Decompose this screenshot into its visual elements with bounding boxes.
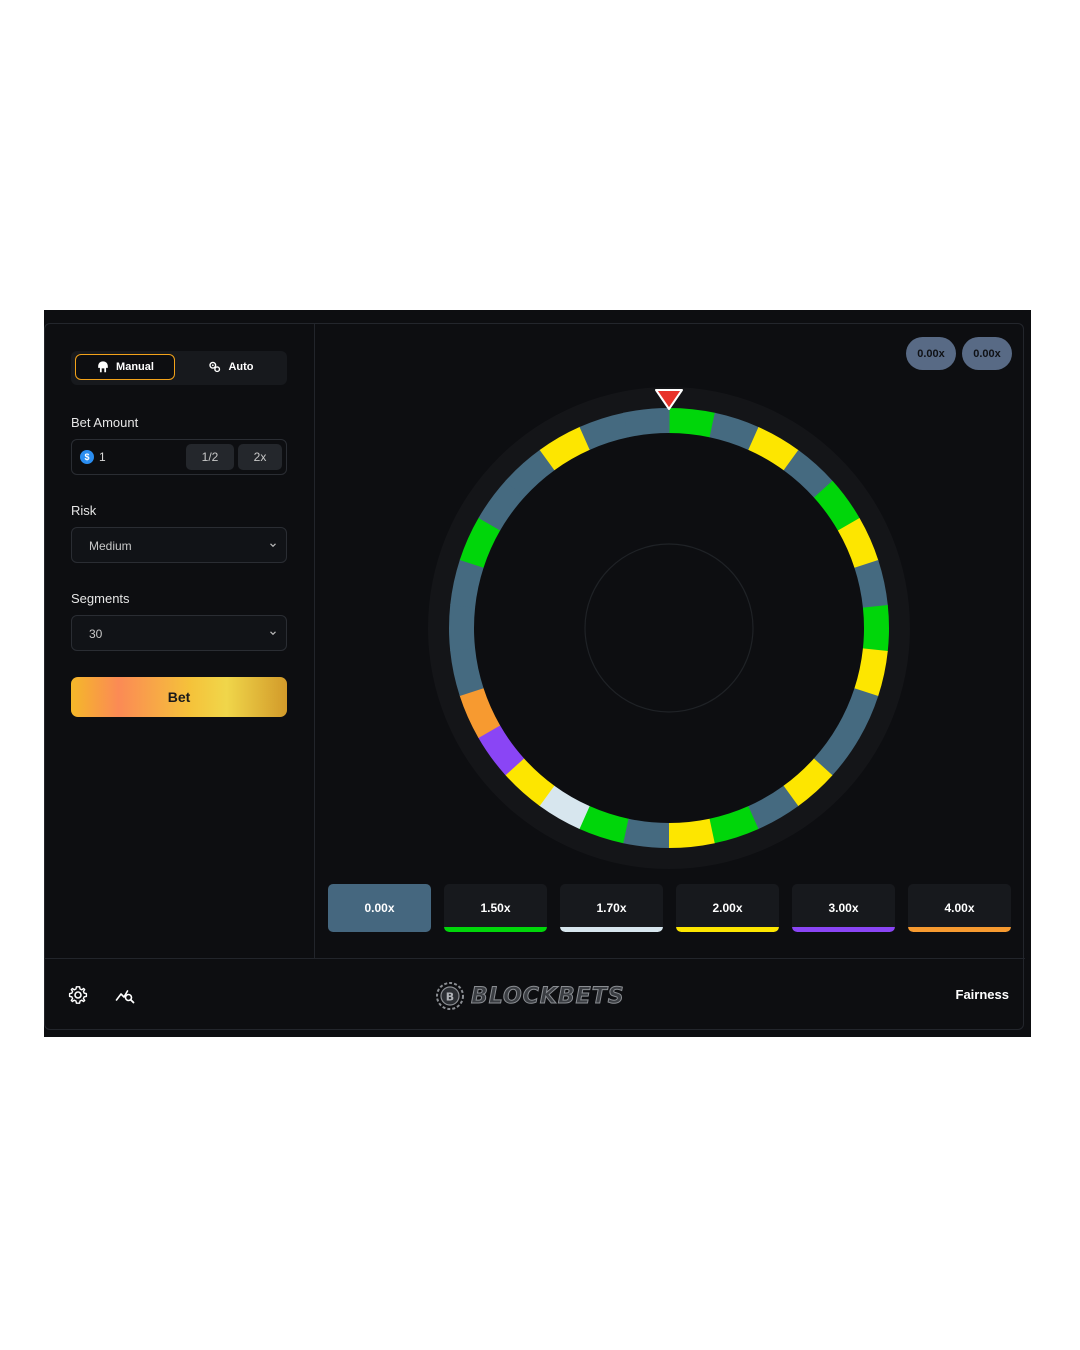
- multiplier-color-bar: [444, 927, 547, 932]
- svg-text:B: B: [446, 991, 454, 1004]
- bet-amount-field[interactable]: $ 1 1/2 2x: [71, 439, 287, 475]
- wheel-segment: [668, 818, 715, 848]
- wheel-area: 0.00x 0.00x 0.00x 1.50x 1.70x 2.00x 3.00x 4.0…: [315, 324, 1025, 958]
- manual-icon: [98, 361, 108, 373]
- game-panel: Manual Auto Bet Amount $ 1 1/2 2x Risk M…: [44, 323, 1025, 1031]
- wheel-segment: [669, 408, 716, 438]
- brand-wordmark: BLOCKBETS: [471, 983, 625, 1009]
- wheel-segment: [622, 818, 669, 848]
- multiplier-label: 1.50x: [480, 901, 511, 915]
- manual-label: Manual: [116, 361, 154, 373]
- bet-amount-value[interactable]: 1: [99, 450, 106, 464]
- brand-logo: B BLOCKBETS: [435, 979, 625, 1013]
- gear-icon[interactable]: [68, 985, 88, 1005]
- segments-label: Segments: [71, 591, 130, 606]
- wheel-segment: [623, 408, 670, 438]
- chart-search-icon[interactable]: [115, 985, 135, 1005]
- multiplier-label: 2.00x: [712, 901, 743, 915]
- multiplier-label: 3.00x: [828, 901, 859, 915]
- currency-icon: $: [80, 450, 94, 464]
- risk-value: Medium: [89, 539, 132, 553]
- segments-value: 30: [89, 627, 103, 641]
- multiplier-button[interactable]: 4.00x: [908, 884, 1011, 932]
- multiplier-label: 0.00x: [364, 901, 395, 915]
- bet-button[interactable]: Bet: [71, 677, 287, 717]
- game-window: Manual Auto Bet Amount $ 1 1/2 2x Risk M…: [44, 310, 1031, 1037]
- multiplier-label: 1.70x: [596, 901, 627, 915]
- multiplier-button[interactable]: 2.00x: [676, 884, 779, 932]
- multiplier-button[interactable]: 3.00x: [792, 884, 895, 932]
- auto-tab[interactable]: Auto: [181, 354, 281, 380]
- bet-amount-label: Bet Amount: [71, 415, 139, 430]
- wheel-segment: [449, 604, 476, 651]
- chevron-down-icon: [270, 631, 276, 636]
- multiplier-button[interactable]: 1.50x: [444, 884, 547, 932]
- multiplier-color-bar: [560, 927, 663, 932]
- multiplier-button[interactable]: 1.70x: [560, 884, 663, 932]
- auto-icon: [209, 361, 221, 373]
- multiplier-color-bar: [676, 927, 779, 932]
- fairness-link[interactable]: Fairness: [956, 987, 1009, 1002]
- footer-bar: B BLOCKBETS Fairness: [45, 958, 1025, 1031]
- blockbets-logo-icon: B: [436, 982, 464, 1010]
- mode-toggle: Manual Auto: [71, 351, 287, 385]
- multiplier-color-bar: [792, 927, 895, 932]
- wheel: [428, 387, 910, 869]
- risk-select[interactable]: Medium: [71, 527, 287, 563]
- bet-sidebar: Manual Auto Bet Amount $ 1 1/2 2x Risk M…: [45, 324, 315, 958]
- auto-label: Auto: [228, 361, 254, 373]
- multiplier-color-bar: [908, 927, 1011, 932]
- manual-tab[interactable]: Manual: [75, 354, 175, 380]
- risk-label: Risk: [71, 503, 97, 518]
- half-bet-button[interactable]: 1/2: [186, 444, 234, 470]
- double-bet-button[interactable]: 2x: [238, 444, 282, 470]
- multiplier-label: 4.00x: [944, 901, 975, 915]
- segments-select[interactable]: 30: [71, 615, 287, 651]
- chevron-down-icon: [270, 543, 276, 548]
- wheel-segment: [862, 605, 889, 652]
- multiplier-button[interactable]: 0.00x: [328, 884, 431, 932]
